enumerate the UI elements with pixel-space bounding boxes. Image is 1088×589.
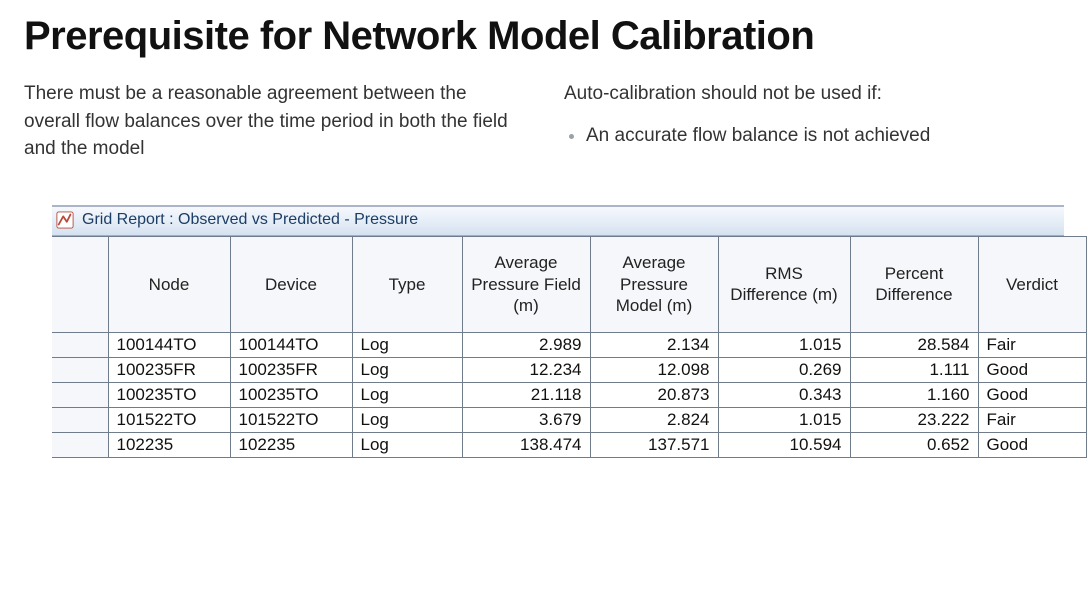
table-row[interactable]: 100235TO100235TOLog21.11820.8730.3431.16… bbox=[52, 382, 1086, 407]
grid-header-type[interactable]: Type bbox=[352, 236, 462, 332]
row-gutter[interactable] bbox=[52, 332, 108, 357]
cell-pct[interactable]: 1.111 bbox=[850, 357, 978, 382]
cell-avg-model[interactable]: 20.873 bbox=[590, 382, 718, 407]
table-row[interactable]: 100235FR100235FRLog12.23412.0980.2691.11… bbox=[52, 357, 1086, 382]
right-column: Auto-calibration should not be used if: … bbox=[564, 80, 1064, 163]
grid-wrap: Node Device Type Average Pressure Field … bbox=[52, 236, 1064, 458]
cell-avg-model[interactable]: 137.571 bbox=[590, 432, 718, 457]
cell-rms[interactable]: 0.269 bbox=[718, 357, 850, 382]
cell-avg-field[interactable]: 138.474 bbox=[462, 432, 590, 457]
table-row[interactable]: 102235102235Log138.474137.57110.5940.652… bbox=[52, 432, 1086, 457]
row-gutter[interactable] bbox=[52, 432, 108, 457]
grid-header-rms[interactable]: RMS Difference (m) bbox=[718, 236, 850, 332]
cell-avg-field[interactable]: 2.989 bbox=[462, 332, 590, 357]
cell-verdict[interactable]: Good bbox=[978, 382, 1086, 407]
page-title: Prerequisite for Network Model Calibrati… bbox=[24, 14, 1064, 58]
cell-avg-model[interactable]: 2.824 bbox=[590, 407, 718, 432]
cell-verdict[interactable]: Fair bbox=[978, 332, 1086, 357]
cell-node[interactable]: 100235FR bbox=[108, 357, 230, 382]
cell-type[interactable]: Log bbox=[352, 332, 462, 357]
row-gutter[interactable] bbox=[52, 357, 108, 382]
window-title-text: Grid Report : Observed vs Predicted - Pr… bbox=[82, 211, 418, 229]
grid-report-window: Grid Report : Observed vs Predicted - Pr… bbox=[52, 205, 1064, 458]
cell-type[interactable]: Log bbox=[352, 432, 462, 457]
grid-header-avg-field[interactable]: Average Pressure Field (m) bbox=[462, 236, 590, 332]
cell-avg-field[interactable]: 12.234 bbox=[462, 357, 590, 382]
cell-pct[interactable]: 23.222 bbox=[850, 407, 978, 432]
cell-verdict[interactable]: Fair bbox=[978, 407, 1086, 432]
row-gutter[interactable] bbox=[52, 407, 108, 432]
grid-header-row: Node Device Type Average Pressure Field … bbox=[52, 236, 1086, 332]
cell-rms[interactable]: 10.594 bbox=[718, 432, 850, 457]
cell-avg-model[interactable]: 12.098 bbox=[590, 357, 718, 382]
cell-device[interactable]: 100235TO bbox=[230, 382, 352, 407]
cell-type[interactable]: Log bbox=[352, 382, 462, 407]
cell-rms[interactable]: 1.015 bbox=[718, 332, 850, 357]
left-paragraph: There must be a reasonable agreement bet… bbox=[24, 80, 524, 163]
grid-header-gutter bbox=[52, 236, 108, 332]
cell-rms[interactable]: 1.015 bbox=[718, 407, 850, 432]
cell-pct[interactable]: 28.584 bbox=[850, 332, 978, 357]
cell-verdict[interactable]: Good bbox=[978, 432, 1086, 457]
right-bullet-item: An accurate flow balance is not achieved bbox=[586, 122, 1064, 150]
cell-type[interactable]: Log bbox=[352, 357, 462, 382]
grid-body: 100144TO100144TOLog2.9892.1341.01528.584… bbox=[52, 332, 1086, 457]
table-row[interactable]: 101522TO101522TOLog3.6792.8241.01523.222… bbox=[52, 407, 1086, 432]
cell-node[interactable]: 100235TO bbox=[108, 382, 230, 407]
grid-header-device[interactable]: Device bbox=[230, 236, 352, 332]
row-gutter[interactable] bbox=[52, 382, 108, 407]
cell-node[interactable]: 100144TO bbox=[108, 332, 230, 357]
cell-device[interactable]: 102235 bbox=[230, 432, 352, 457]
cell-avg-model[interactable]: 2.134 bbox=[590, 332, 718, 357]
table-row[interactable]: 100144TO100144TOLog2.9892.1341.01528.584… bbox=[52, 332, 1086, 357]
cell-verdict[interactable]: Good bbox=[978, 357, 1086, 382]
grid-header-verdict[interactable]: Verdict bbox=[978, 236, 1086, 332]
cell-node[interactable]: 101522TO bbox=[108, 407, 230, 432]
right-bullet-list: An accurate flow balance is not achieved bbox=[564, 122, 1064, 150]
right-intro: Auto-calibration should not be used if: bbox=[564, 80, 1064, 108]
grid-table: Node Device Type Average Pressure Field … bbox=[52, 236, 1087, 458]
cell-device[interactable]: 100235FR bbox=[230, 357, 352, 382]
cell-device[interactable]: 101522TO bbox=[230, 407, 352, 432]
window-titlebar: Grid Report : Observed vs Predicted - Pr… bbox=[52, 207, 1064, 236]
cell-pct[interactable]: 1.160 bbox=[850, 382, 978, 407]
cell-type[interactable]: Log bbox=[352, 407, 462, 432]
grid-header-node[interactable]: Node bbox=[108, 236, 230, 332]
two-column-text: There must be a reasonable agreement bet… bbox=[24, 80, 1064, 163]
cell-device[interactable]: 100144TO bbox=[230, 332, 352, 357]
page: Prerequisite for Network Model Calibrati… bbox=[0, 0, 1088, 458]
cell-avg-field[interactable]: 3.679 bbox=[462, 407, 590, 432]
cell-rms[interactable]: 0.343 bbox=[718, 382, 850, 407]
left-column: There must be a reasonable agreement bet… bbox=[24, 80, 524, 163]
cell-node[interactable]: 102235 bbox=[108, 432, 230, 457]
grid-header-avg-model[interactable]: Average Pressure Model (m) bbox=[590, 236, 718, 332]
cell-pct[interactable]: 0.652 bbox=[850, 432, 978, 457]
app-icon bbox=[56, 211, 74, 229]
cell-avg-field[interactable]: 21.118 bbox=[462, 382, 590, 407]
grid-header-pct[interactable]: Percent Difference bbox=[850, 236, 978, 332]
